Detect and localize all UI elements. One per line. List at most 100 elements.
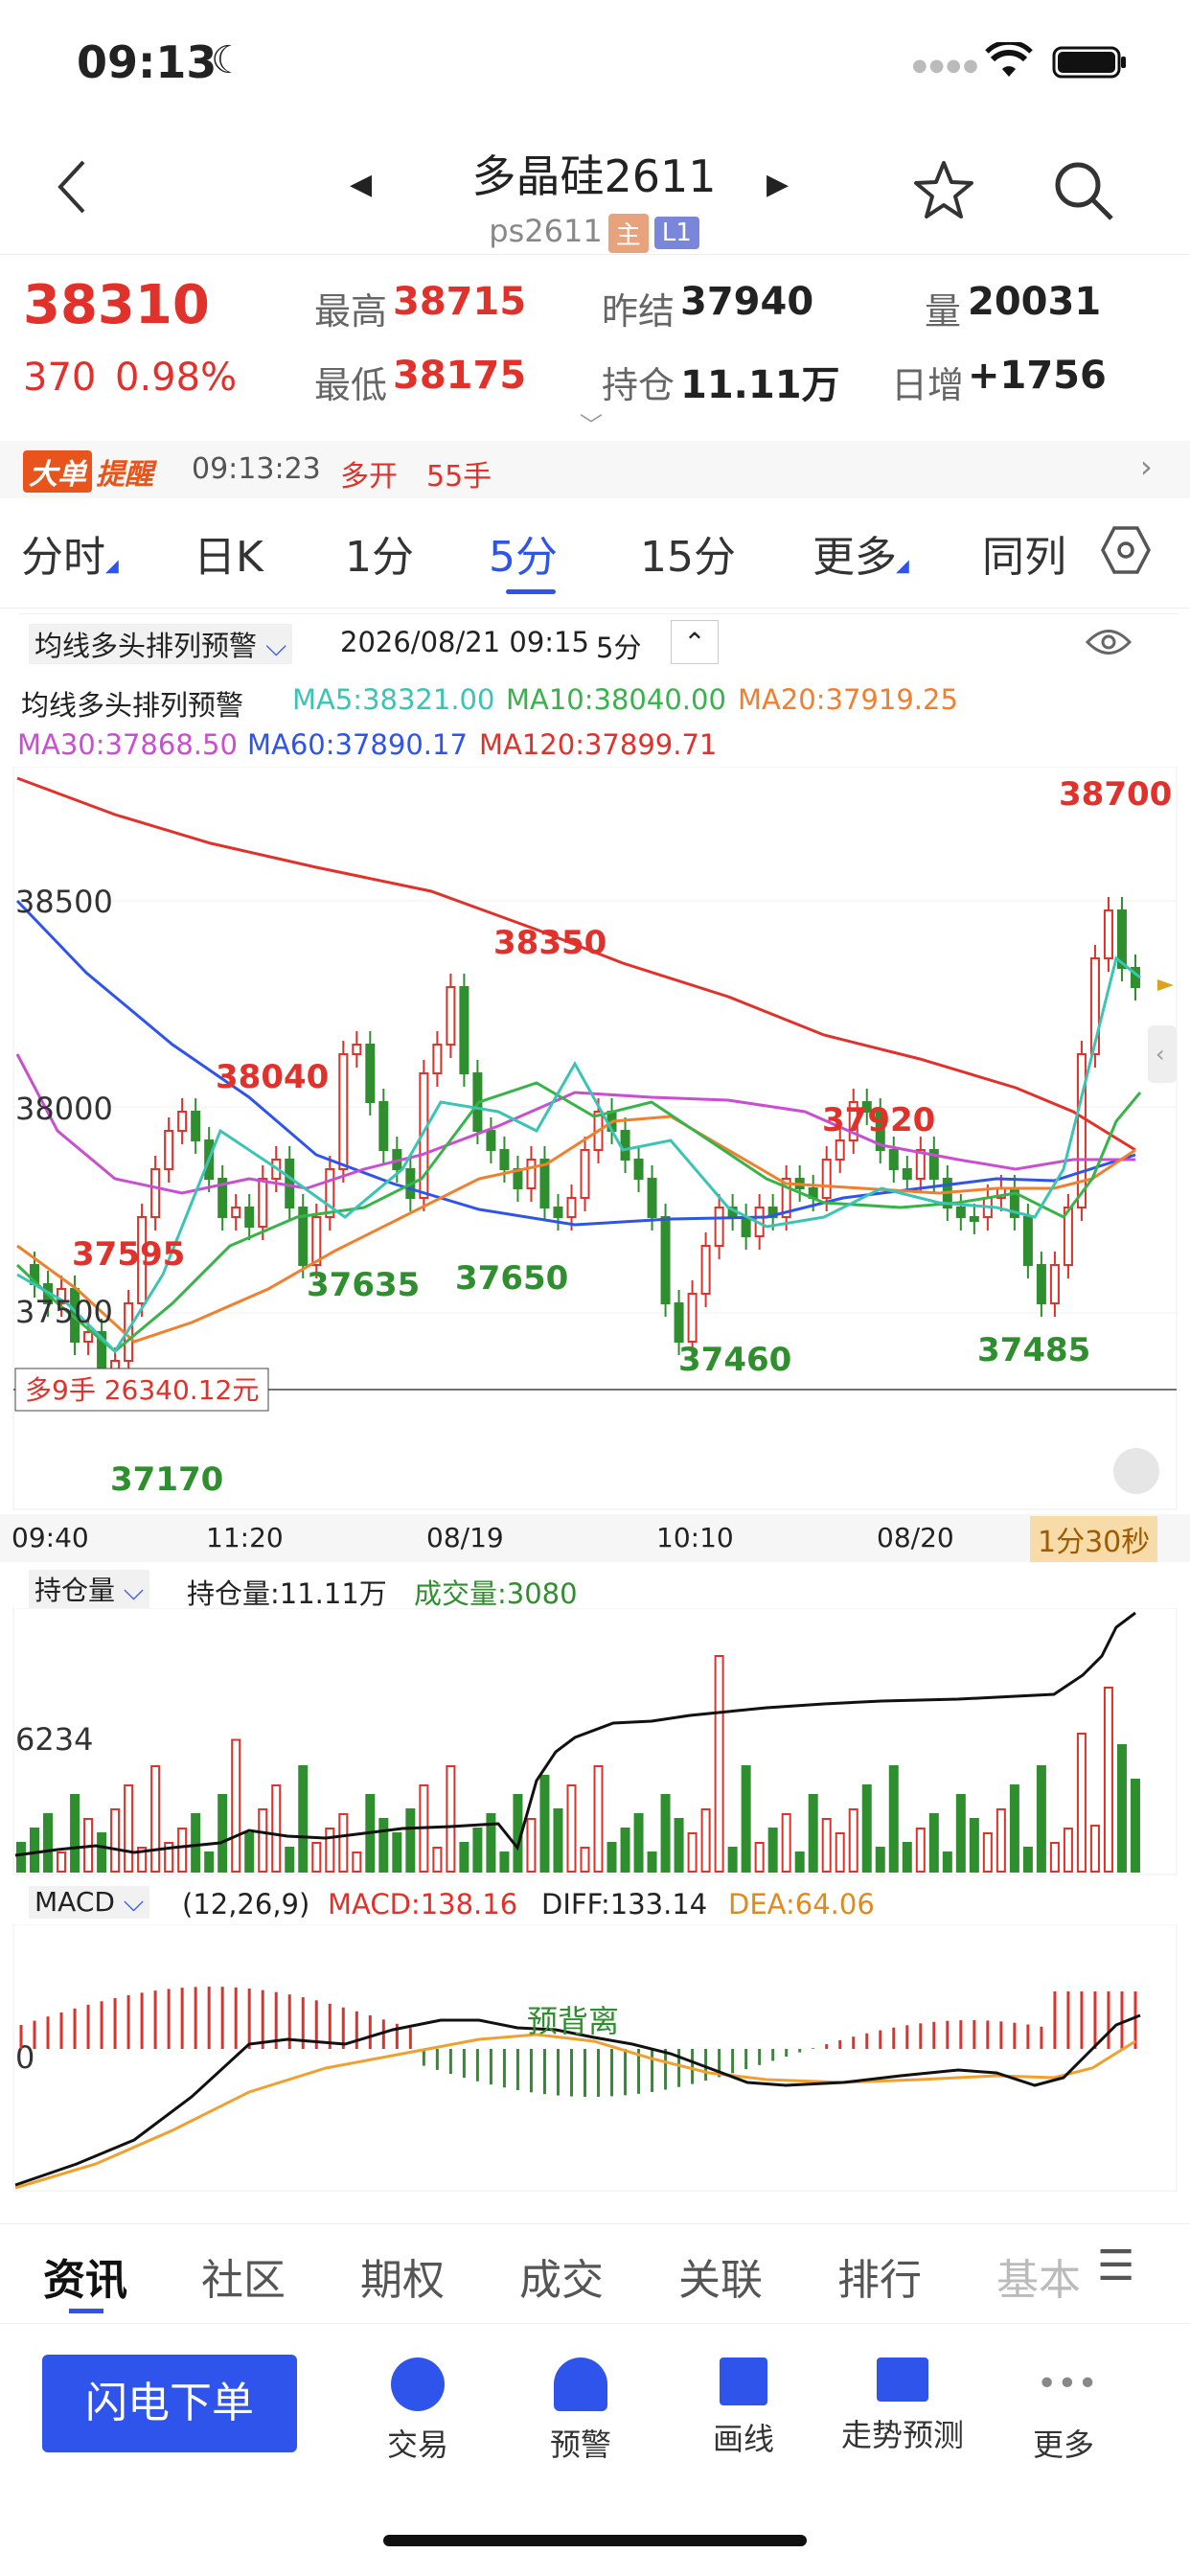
macd-chart[interactable]: 0 预背离 [0,1924,1190,2195]
reset-zoom-icon[interactable] [1113,1448,1159,1494]
indicator-datetime: 2026/08/21 09:15 [340,626,589,658]
last-price: 38310 [23,274,210,336]
candle-body [647,1178,657,1218]
contract-code: ps2611 [489,213,603,249]
annot-37170: 37170 [110,1460,223,1499]
divergence-note: 预背离 [527,2003,619,2039]
ma20-value: MA20:37919.25 [738,683,958,716]
tab-news[interactable]: 资讯 [43,2245,127,2307]
candle-body [1103,909,1113,959]
flash-order-button[interactable]: 闪电下单 [42,2355,297,2452]
next-contract-icon[interactable]: ▶ [767,168,789,201]
search-icon[interactable] [1052,159,1115,222]
bell-icon [554,2358,607,2411]
volume-bar [928,1813,939,1873]
kline-chart[interactable]: 38700 38350 38040 37920 37595 37635 3765… [0,767,1190,1514]
active-info-underline [69,2309,103,2313]
l1-tag: L1 [653,217,699,249]
tab-community[interactable]: 社区 [201,2245,286,2307]
volume-bar [741,1765,751,1873]
dropdown-mark-icon: ◢ [896,556,909,576]
volume-bar [660,1794,671,1873]
volume-bar [432,1847,443,1873]
candle-body [432,1044,443,1074]
alert-button[interactable]: 预警 [504,2358,657,2465]
ma-label: 均线多头排列预警 [21,689,244,722]
prev-contract-icon[interactable]: ◀ [350,168,372,201]
candle-body [902,1168,912,1180]
menu-icon[interactable]: ☰ [1097,2242,1134,2290]
volume-bar [217,1794,228,1873]
oi-selector[interactable]: 持仓量 ⌵ [29,1570,150,1608]
tab-more[interactable]: 更多 [812,522,897,584]
candle-body [446,986,456,1046]
annot-37485: 37485 [977,1331,1090,1369]
dropdown-mark-icon: ◢ [105,556,119,576]
volume-bar [835,1832,845,1873]
tab-15min[interactable]: 15分 [640,522,736,584]
indicator-name: 均线多头排列预警 [34,630,258,662]
tab-options[interactable]: 期权 [360,2245,445,2307]
more-button[interactable]: ••• 更多 [987,2358,1140,2465]
xtick-4: 08/20 [877,1522,954,1553]
star-icon[interactable] [912,159,975,220]
ma60-value: MA60:37890.17 [247,728,468,761]
candle-body [633,1159,644,1180]
candle-body [687,1293,698,1343]
volume-bar [110,1808,121,1873]
volume-bar [244,1832,255,1873]
macd-selector[interactable]: MACD ⌵ [29,1886,150,1919]
candle-body [352,1044,362,1055]
oi-value: 持仓量:11.11万 [187,1577,387,1610]
tab-5min[interactable]: 5分 [489,522,558,584]
volume-bar [714,1655,724,1873]
eye-icon[interactable] [1085,624,1133,660]
volume-bar [687,1832,698,1873]
candle-body [714,1207,724,1247]
collapse-button[interactable]: ⌃ [671,620,719,664]
draw-button[interactable]: 画线 [667,2358,820,2459]
candle-body [660,1216,671,1304]
tab-related[interactable]: 关联 [678,2245,763,2307]
trade-button[interactable]: 交易 [341,2358,494,2465]
tab-ranking[interactable]: 排行 [837,2245,922,2307]
indicator-period: 5分 [596,632,642,664]
forecast-button[interactable]: 走势预测 [826,2358,979,2455]
volume-bar [231,1738,241,1873]
tab-trades[interactable]: 成交 [519,2245,604,2307]
volume-bar [285,1847,295,1873]
expand-chevron-icon[interactable]: ﹀ [580,406,603,440]
volume-bar [124,1784,134,1873]
volume-value: 20031 [968,280,1102,324]
ma120-value: MA120:37899.71 [479,728,718,761]
volume-bar [298,1765,309,1873]
volume-bar [325,1828,335,1873]
tab-day-k[interactable]: 日K [194,522,263,584]
back-icon[interactable] [53,158,91,216]
tab-1min[interactable]: 1分 [345,522,414,584]
trade-label: 交易 [386,2426,448,2463]
candle-body [486,1130,496,1151]
tab-basics[interactable]: 基本 [996,2245,1081,2307]
candle-body [955,1207,966,1218]
annot-38040: 38040 [216,1058,329,1096]
candle-body [888,1149,899,1170]
volume-bar [539,1775,550,1873]
volume-bar [647,1852,657,1873]
tab-timeshare[interactable]: 分时 [21,522,105,584]
low-label: 最低 [314,364,388,406]
annot-37460: 37460 [678,1341,791,1379]
tab-same-list[interactable]: 同列 [982,522,1066,584]
home-indicator [383,2535,807,2546]
time-axis: 09:40 11:20 08/19 10:10 08/20 1分30秒 [0,1514,1190,1562]
annot-38350: 38350 [493,924,606,962]
volume-chart[interactable]: 6234 [0,1608,1190,1878]
settings-hex-icon[interactable] [1100,524,1152,576]
chevron-right-icon: › [1140,448,1153,485]
vol-value: 成交量:3080 [414,1577,578,1610]
low-value: 38175 [393,354,527,398]
volume-bar [1036,1765,1046,1873]
indicator-selector[interactable]: 均线多头排列预警 ⌵ [29,624,293,664]
big-order-alert[interactable]: 大单 提醒 09:13:23 多开 55手 › [0,441,1190,498]
candle-body [539,1159,550,1208]
